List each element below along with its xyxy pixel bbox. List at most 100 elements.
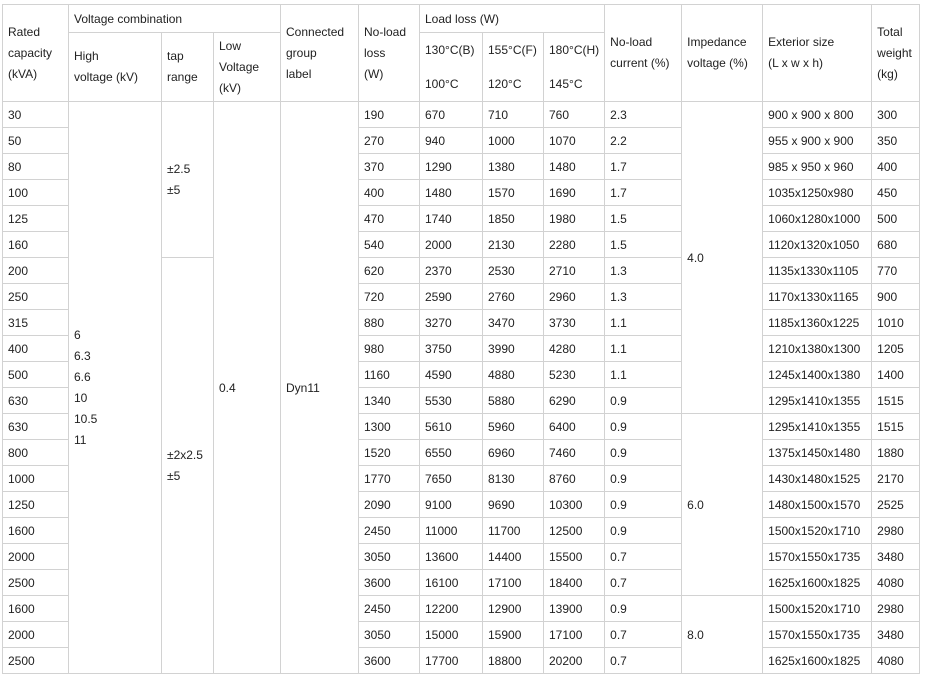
cell-load-loss-b: 13600 xyxy=(419,543,483,570)
cell-exterior-size: 1295x1410x1355 xyxy=(762,413,873,440)
cell-noload-current: 0.7 xyxy=(604,621,683,648)
cell-load-loss-b: 4590 xyxy=(419,361,483,388)
cell-noload-loss: 2450 xyxy=(358,517,420,544)
cell-load-loss-b: 1740 xyxy=(419,205,483,232)
cell-total-weight: 300 xyxy=(871,101,921,128)
cell-noload-loss: 1160 xyxy=(358,361,420,388)
cell-total-weight: 4080 xyxy=(871,647,921,674)
cell-load-loss-f: 15900 xyxy=(482,621,544,648)
cell-noload-current: 1.5 xyxy=(604,205,683,232)
table-row: 30 6 6.3 6.6 10 10.5 11 ±2.5 ±5 0.4 Dyn11 190 670 710… xyxy=(2,101,921,674)
cell-capacity: 160 xyxy=(2,231,69,258)
cell-load-loss-h: 1070 xyxy=(542,127,606,154)
cell-load-loss-h: 6400 xyxy=(542,413,606,440)
cell-noload-loss: 1520 xyxy=(358,439,420,466)
cell-load-loss-h: 4280 xyxy=(542,335,606,362)
cell-load-loss-b: 15000 xyxy=(419,621,483,648)
header-total-weight: Total weight (kg) xyxy=(871,4,921,102)
cell-exterior-size: 1375x1450x1480 xyxy=(762,439,873,466)
cell-noload-loss: 3600 xyxy=(358,569,420,596)
cell-exterior-size: 1500x1520x1710 xyxy=(762,517,873,544)
cell-tap-range-a: ±2.5 ±5 xyxy=(161,101,214,258)
cell-noload-current: 1.7 xyxy=(604,153,683,180)
cell-noload-current: 0.7 xyxy=(604,543,683,570)
cell-exterior-size: 1035x1250x980 xyxy=(762,179,873,206)
cell-total-weight: 2170 xyxy=(871,465,921,492)
cell-exterior-size: 1135x1330x1105 xyxy=(762,257,873,284)
cell-noload-current: 1.3 xyxy=(604,283,683,310)
cell-noload-current: 0.9 xyxy=(604,439,683,466)
header-load-loss-h: 180°C(H) 145°C xyxy=(542,32,606,102)
cell-load-loss-f: 17100 xyxy=(482,569,544,596)
stack-line: ±2x2.5 xyxy=(167,447,203,462)
cell-exterior-size: 1500x1520x1710 xyxy=(762,595,873,622)
cell-capacity: 2500 xyxy=(2,569,69,596)
header-load-loss-f: 155°C(F) 120°C xyxy=(482,32,544,102)
cell-noload-loss: 470 xyxy=(358,205,420,232)
cell-load-loss-f: 18800 xyxy=(482,647,544,674)
cell-load-loss-b: 17700 xyxy=(419,647,483,674)
cell-load-loss-b: 3270 xyxy=(419,309,483,336)
cell-load-loss-f: 5960 xyxy=(482,413,544,440)
cell-load-loss-b: 2000 xyxy=(419,231,483,258)
cell-noload-current: 0.7 xyxy=(604,647,683,674)
cell-exterior-size: 1245x1400x1380 xyxy=(762,361,873,388)
cell-load-loss-b: 11000 xyxy=(419,517,483,544)
cell-exterior-size: 1120x1320x1050 xyxy=(762,231,873,258)
cell-load-loss-f: 12900 xyxy=(482,595,544,622)
cell-load-loss-b: 6550 xyxy=(419,439,483,466)
cell-load-loss-b: 5530 xyxy=(419,387,483,414)
cell-noload-loss: 880 xyxy=(358,309,420,336)
stack-line: 6 xyxy=(74,327,81,342)
cell-capacity: 1600 xyxy=(2,517,69,544)
stack-line: 10 xyxy=(74,390,88,405)
cell-noload-loss: 270 xyxy=(358,127,420,154)
cell-load-loss-f: 1380 xyxy=(482,153,544,180)
cell-noload-loss: 3600 xyxy=(358,647,420,674)
cell-total-weight: 3480 xyxy=(871,621,921,648)
cell-noload-loss: 2090 xyxy=(358,491,420,518)
cell-total-weight: 450 xyxy=(871,179,921,206)
cell-load-loss-b: 9100 xyxy=(419,491,483,518)
cell-capacity: 2000 xyxy=(2,543,69,570)
header-noload-current: No-load current (%) xyxy=(604,4,683,102)
stack-line: 11 xyxy=(74,432,87,447)
cell-capacity: 2000 xyxy=(2,621,69,648)
header-low-voltage: Low Voltage (kV) xyxy=(213,32,281,102)
cell-load-loss-h: 20200 xyxy=(542,647,606,674)
cell-total-weight: 2980 xyxy=(871,595,921,622)
stack-line: ±5 xyxy=(167,182,181,197)
header-exterior-size: Exterior size (L x w x h) xyxy=(762,4,873,102)
cell-load-loss-b: 5610 xyxy=(419,413,483,440)
cell-exterior-size: 1295x1410x1355 xyxy=(762,387,873,414)
cell-exterior-size: 955 x 900 x 900 xyxy=(762,127,873,154)
cell-capacity: 1600 xyxy=(2,595,69,622)
cell-noload-loss: 3050 xyxy=(358,621,420,648)
header-high-voltage: High voltage (kV) xyxy=(68,32,162,102)
cell-capacity: 400 xyxy=(2,335,69,362)
cell-load-loss-h: 1690 xyxy=(542,179,606,206)
cell-load-loss-h: 2960 xyxy=(542,283,606,310)
cell-capacity: 800 xyxy=(2,439,69,466)
cell-load-loss-f: 2130 xyxy=(482,231,544,258)
cell-load-loss-h: 1980 xyxy=(542,205,606,232)
header-tap-range: tap range xyxy=(161,32,214,102)
cell-load-loss-f: 1570 xyxy=(482,179,544,206)
cell-load-loss-f: 4880 xyxy=(482,361,544,388)
cell-total-weight: 350 xyxy=(871,127,921,154)
cell-load-loss-b: 16100 xyxy=(419,569,483,596)
cell-load-loss-b: 2370 xyxy=(419,257,483,284)
cell-load-loss-f: 1850 xyxy=(482,205,544,232)
cell-impedance: 6.0 xyxy=(681,413,764,596)
cell-noload-current: 1.7 xyxy=(604,179,683,206)
cell-impedance: 4.0 xyxy=(681,101,764,414)
cell-noload-current: 0.9 xyxy=(604,387,683,414)
cell-exterior-size: 1625x1600x1825 xyxy=(762,647,873,674)
cell-exterior-size: 1060x1280x1000 xyxy=(762,205,873,232)
cell-noload-loss: 3050 xyxy=(358,543,420,570)
cell-total-weight: 1515 xyxy=(871,387,921,414)
cell-load-loss-h: 17100 xyxy=(542,621,606,648)
cell-total-weight: 770 xyxy=(871,257,921,284)
cell-capacity: 125 xyxy=(2,205,69,232)
cell-load-loss-f: 1000 xyxy=(482,127,544,154)
